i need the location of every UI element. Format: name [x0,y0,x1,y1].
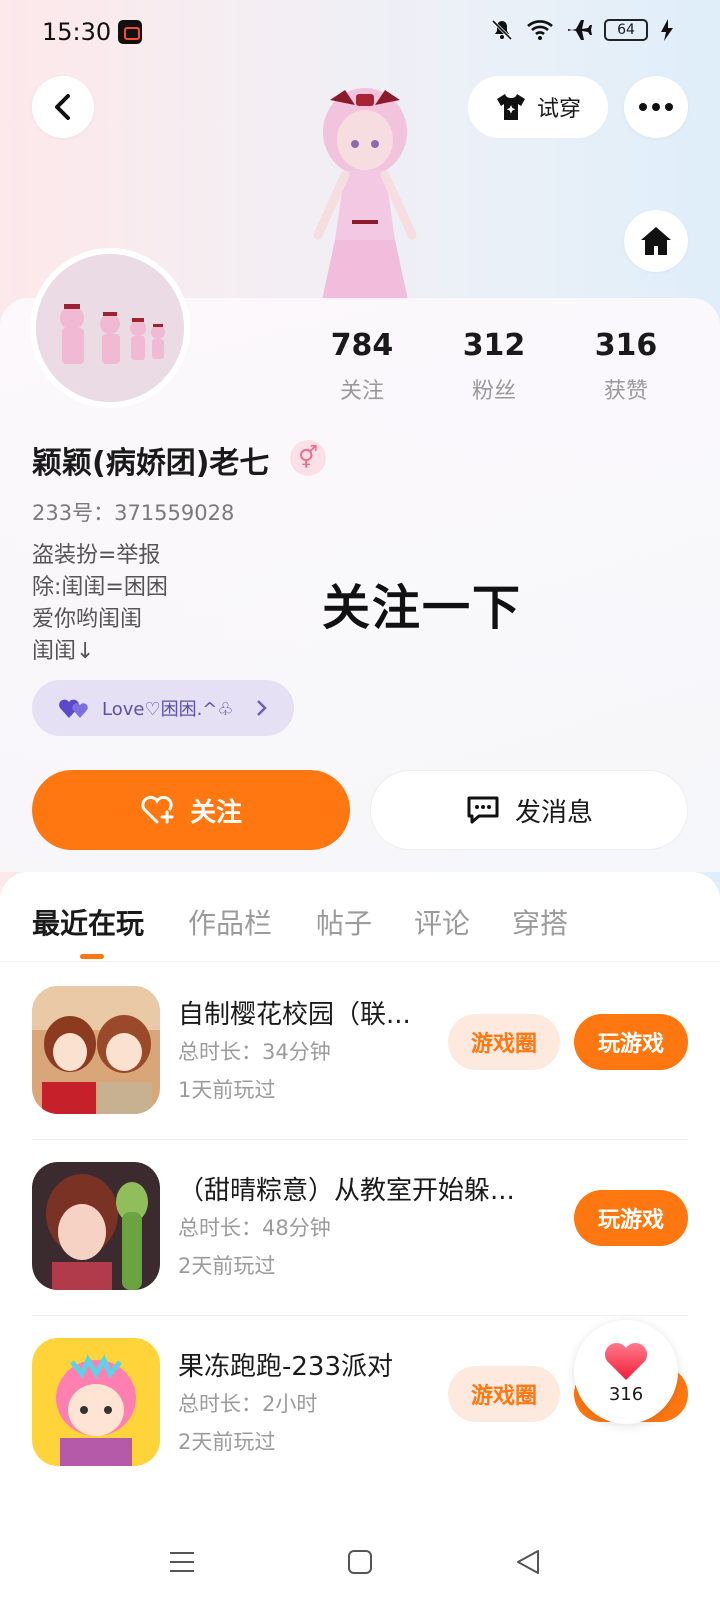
active-tab-indicator [80,954,104,959]
stat-following[interactable]: 784 关注 [302,328,422,405]
home-nav-button[interactable] [342,1544,378,1580]
tab-recently-played[interactable]: 最近在玩 [32,902,144,942]
game-title: 自制樱花校园（联... [178,1000,411,1030]
system-icons: 64 [490,18,674,42]
tshirt-icon [496,94,525,120]
more-options-button[interactable] [624,76,688,138]
try-on-label: 试穿 [536,97,581,122]
stat-following-count: 784 [330,328,394,363]
username: 颖颖(病娇团)老七 [32,446,270,481]
back-button[interactable] [32,76,94,138]
status-time: 15:30 [42,18,112,46]
message-label: 发消息 [514,797,593,828]
chat-bubble-icon [467,796,499,824]
game-list-item[interactable]: 自制樱花校园（联... 总时长：34分钟 1天前玩过 游戏圈 玩游戏 [0,964,720,1140]
game-last-played: 2天前玩过 [178,1254,276,1278]
like-count: 316 [608,1383,644,1405]
play-game-button[interactable]: 玩游戏 [574,1190,688,1246]
stat-followers-count: 312 [462,328,526,363]
stat-followers[interactable]: 312 粉丝 [434,328,554,405]
gender-female-icon: ⚥ [290,440,326,476]
tab-works[interactable]: 作品栏 [188,902,272,942]
back-nav-button[interactable] [510,1544,546,1580]
avatar-3d-character [313,88,417,300]
send-message-button[interactable]: 发消息 [370,770,688,850]
game-circle-button[interactable]: 游戏圈 [448,1366,560,1422]
screen-record-icon [118,20,142,44]
game-circle-button[interactable]: 游戏圈 [448,1014,560,1070]
bio-line: 闺闺↓ [32,639,95,664]
game-icon [32,986,160,1114]
game-last-played: 1天前玩过 [178,1078,276,1102]
stat-likes-label: 获赞 [603,379,648,404]
try-on-button[interactable]: 试穿 [468,76,608,138]
bio-line: 除:闺闺=困困 [32,575,168,600]
game-icon [32,1162,160,1290]
bio-line: 盗装扮=举报 [32,543,161,568]
user-id[interactable]: 233号：371559028 [32,497,234,527]
double-heart-icon [59,699,88,718]
profile-tabs: 最近在玩 作品栏 帖子 评论 穿搭 [0,872,720,962]
game-list-item[interactable]: （甜晴粽意）从教室开始躲... 总时长：48分钟 2天前玩过 玩游戏 [0,1140,720,1316]
game-title: （甜晴粽意）从教室开始躲... [178,1176,515,1206]
stat-likes-count: 316 [594,328,658,363]
tab-posts[interactable]: 帖子 [316,902,372,942]
follow-label: 关注 [189,797,242,828]
game-icon [32,1338,160,1466]
tab-outfits[interactable]: 穿搭 [512,902,568,942]
more-dots-icon [639,103,673,111]
airplane-icon [568,20,592,40]
chevron-left-icon [55,94,70,120]
play-game-button[interactable]: 玩游戏 [574,1014,688,1070]
system-nav-bar [0,1510,720,1612]
battery-indicator: 64 [604,19,648,41]
overlay-caption: 关注一下 [322,580,523,636]
game-title: 果冻跑跑-233派对 [178,1352,394,1382]
triangle-back-icon [517,1550,539,1574]
home-icon [641,227,671,255]
avatar-image [36,254,184,402]
bio: 盗装扮=举报 除:闺闺=困困 爱你哟闺闺 闺闺↓ [32,540,168,668]
status-bar: 15:30 64 [0,0,720,64]
bio-line: 爱你哟闺闺 [32,607,143,632]
chevron-right-icon [257,700,267,716]
game-duration: 总时长：48分钟 [178,1216,331,1240]
heart-icon [604,1342,648,1380]
floating-like-button[interactable]: 316 [574,1320,678,1424]
charging-icon [661,19,673,41]
stat-following-label: 关注 [339,379,384,404]
square-icon [348,1550,372,1574]
avatar[interactable] [30,248,190,408]
home-button[interactable] [624,210,688,272]
menu-nav-button[interactable] [164,1544,200,1580]
menu-icon [170,1552,194,1572]
stat-likes[interactable]: 316 获赞 [566,328,686,405]
heart-plus-icon [141,795,174,824]
mute-icon [491,19,513,41]
relationship-label: Love♡困困.^♧ [102,699,234,720]
relationship-pill[interactable]: Love♡困困.^♧ [32,680,294,736]
stat-followers-label: 粉丝 [471,379,516,404]
game-last-played: 2天前玩过 [178,1430,276,1454]
game-duration: 总时长：34分钟 [178,1040,331,1064]
game-duration: 总时长：2小时 [178,1392,318,1416]
wifi-icon [527,20,553,40]
follow-button[interactable]: 关注 [32,770,350,850]
tab-comments[interactable]: 评论 [414,902,470,942]
